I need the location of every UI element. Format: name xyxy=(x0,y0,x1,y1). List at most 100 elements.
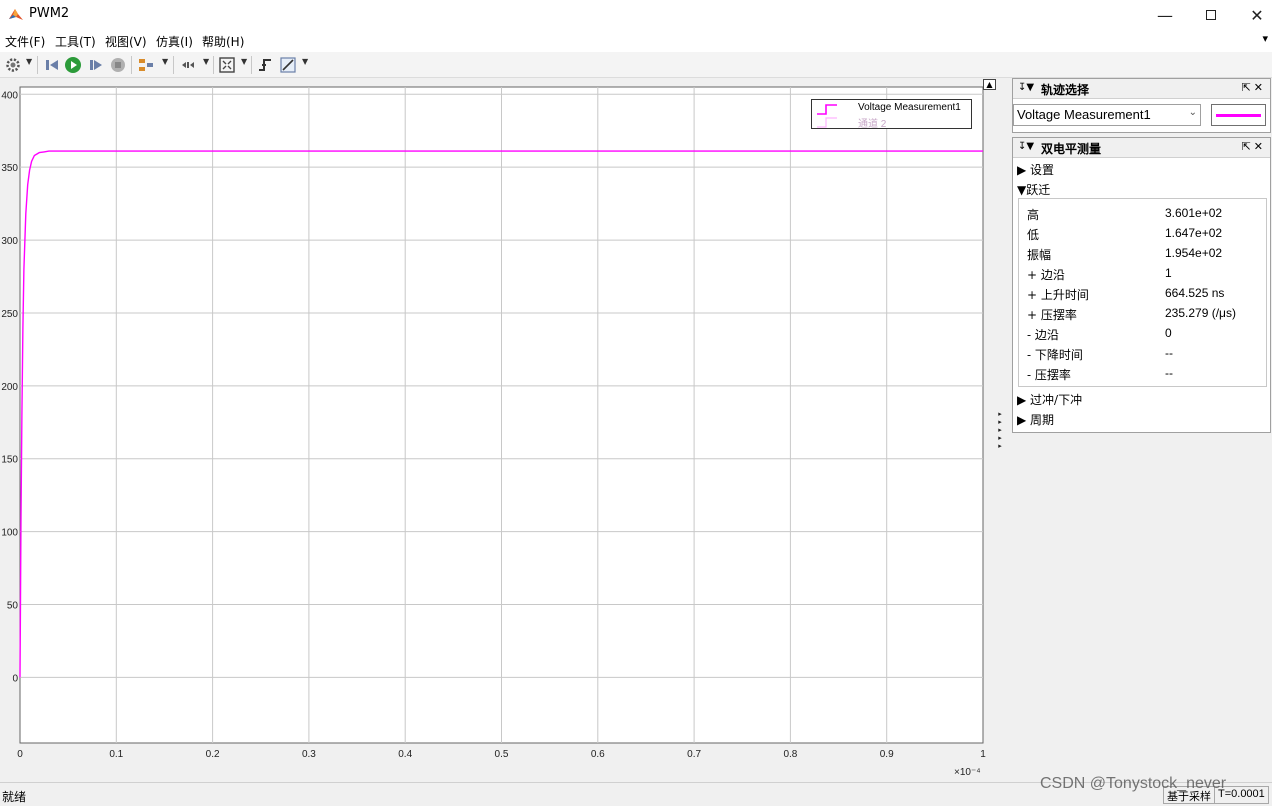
undock-panel-icon[interactable]: ⇱ xyxy=(1242,81,1254,94)
meas-label: - 压摆率 xyxy=(1027,368,1071,382)
meas-value: 1.954e+02 xyxy=(1165,246,1223,260)
zoom-cursor-button[interactable] xyxy=(179,55,199,75)
x-tick-label: 0 xyxy=(17,749,23,760)
y-tick-label: 50 xyxy=(7,601,19,612)
y-tick-label: 0 xyxy=(12,673,18,684)
trace-color-button[interactable] xyxy=(1211,104,1266,126)
undock-panel-icon[interactable]: ⇱ xyxy=(1242,140,1254,153)
toolbar-separator xyxy=(37,56,38,74)
meas-value: 3.601e+02 xyxy=(1165,206,1223,220)
menu-file[interactable]: 文件(F) xyxy=(5,33,45,50)
x-tick-label: 0.1 xyxy=(109,749,123,760)
y-tick-label: 100 xyxy=(1,528,18,539)
step-forward-button[interactable] xyxy=(86,55,106,75)
meas-label: - 边沿 xyxy=(1027,328,1059,342)
triggers-button[interactable] xyxy=(255,55,275,75)
panel-controls[interactable]: ⇱✕ xyxy=(1242,81,1266,94)
status-ready: 就绪 xyxy=(2,790,27,804)
legend-entry[interactable]: Voltage Measurement1 xyxy=(812,102,972,115)
table-row: - 下降时间 -- xyxy=(1019,343,1267,363)
x-tick-label: 0.7 xyxy=(687,749,701,760)
step-back-button[interactable] xyxy=(42,55,62,75)
menu-bar: 文件(F) 工具(T) 视图(V) 仿真(I) 帮助(H) ▾ xyxy=(0,30,1272,52)
panel-controls[interactable]: ⇱✕ xyxy=(1242,140,1266,153)
fit-axes-icon xyxy=(219,57,235,73)
meas-panel-header: ↧▼ 双电平测量 ⇱✕ xyxy=(1013,138,1270,158)
meas-value: -- xyxy=(1165,346,1173,360)
highlight-button[interactable] xyxy=(137,55,157,75)
menu-help[interactable]: 帮助(H) xyxy=(202,33,244,50)
legend[interactable]: Voltage Measurement1 通道 2 xyxy=(811,99,972,130)
y-tick-label: 150 xyxy=(1,455,18,466)
section-overshoot[interactable]: ▶ 过冲/下冲 xyxy=(1017,391,1082,408)
y-tick-label: 200 xyxy=(1,382,18,393)
settings-dropdown-icon[interactable]: ▼ xyxy=(26,57,32,66)
measurements-icon xyxy=(280,57,296,73)
legend-step-icon xyxy=(817,104,837,115)
menu-view[interactable]: 视图(V) xyxy=(105,33,147,50)
measurements-button[interactable] xyxy=(278,55,298,75)
undock-button[interactable]: ▲ xyxy=(983,79,996,90)
table-row: + 上升时间 664.525 ns xyxy=(1019,283,1267,303)
table-row: - 压摆率 -- xyxy=(1019,363,1267,383)
x-tick-label: 0.2 xyxy=(206,749,220,760)
section-transitions[interactable]: ▼跃迁 xyxy=(1017,181,1050,198)
zoom-dropdown-icon[interactable]: ▼ xyxy=(203,57,209,66)
fit-axes-dropdown-icon[interactable]: ▼ xyxy=(241,57,247,66)
close-panel-icon[interactable]: ✕ xyxy=(1254,140,1266,153)
fit-axes-button[interactable] xyxy=(217,55,237,75)
menu-tools[interactable]: 工具(T) xyxy=(55,33,96,50)
settings-button[interactable] xyxy=(3,55,23,75)
table-row: + 压摆率 235.279 (/μs) xyxy=(1019,303,1267,323)
step-forward-icon xyxy=(90,60,102,70)
run-button[interactable] xyxy=(63,55,83,75)
scope-plot[interactable]: 0 0.1 0.2 0.3 0.4 0.5 0.6 0.7 0.8 0.9 1 0 50 100 150 20… xyxy=(0,78,1010,782)
meas-value: -- xyxy=(1165,366,1173,380)
title-bar: PWM2 — ✕ xyxy=(0,0,1272,30)
x-tick-label: 0.5 xyxy=(495,749,509,760)
meas-label: + 压摆率 xyxy=(1027,308,1077,322)
close-icon: ✕ xyxy=(1250,5,1264,25)
section-period[interactable]: ▶ 周期 xyxy=(1017,411,1054,428)
y-tick-label: 400 xyxy=(1,90,18,101)
chevron-down-icon: ⌄ xyxy=(1188,107,1197,118)
legend-label-2: 通道 2 xyxy=(858,119,887,130)
maximize-button[interactable] xyxy=(1188,0,1234,30)
menu-simulation[interactable]: 仿真(I) xyxy=(156,33,193,50)
section-settings[interactable]: ▶ 设置 xyxy=(1017,161,1054,178)
panel-expand-arrows[interactable]: ▸ ▸ ▸ ▸ ▸ xyxy=(995,410,1005,450)
undock-icon: ▲ xyxy=(986,80,993,89)
legend-entry[interactable]: 通道 2 xyxy=(812,115,972,130)
meas-label: - 下降时间 xyxy=(1027,348,1083,362)
x-tick-label: 0.4 xyxy=(398,749,412,760)
trace-panel-title: 轨迹选择 xyxy=(1041,83,1090,97)
zoom-cursor-icon xyxy=(182,62,194,68)
menu-overflow-icon[interactable]: ▾ xyxy=(1262,32,1268,45)
settings-icon xyxy=(6,58,20,72)
highlight-dropdown-icon[interactable]: ▼ xyxy=(162,57,168,66)
toolbar-separator xyxy=(131,56,132,74)
table-row: + 边沿 1 xyxy=(1019,263,1267,283)
meas-value: 235.279 (/μs) xyxy=(1165,306,1236,320)
legend-label-1: Voltage Measurement1 xyxy=(858,102,961,113)
pin-icon[interactable]: ↧▼ xyxy=(1018,82,1034,93)
plot-area: 0 0.1 0.2 0.3 0.4 0.5 0.6 0.7 0.8 0.9 1 0 50 100 150 20… xyxy=(0,78,1010,782)
meas-panel-title: 双电平测量 xyxy=(1041,142,1102,156)
highlight-icon xyxy=(139,59,153,71)
matlab-logo-icon xyxy=(9,9,23,20)
measurements-dropdown-icon[interactable]: ▼ xyxy=(302,57,308,66)
table-row: 高 3.601e+02 xyxy=(1019,203,1267,223)
x-tick-label: 0.8 xyxy=(783,749,797,760)
stop-icon xyxy=(111,58,125,72)
minimize-button[interactable]: — xyxy=(1142,0,1188,30)
close-panel-icon[interactable]: ✕ xyxy=(1254,81,1266,94)
toolbar-separator xyxy=(251,56,252,74)
close-button[interactable]: ✕ xyxy=(1234,0,1272,30)
minimize-icon: — xyxy=(1157,5,1173,25)
stop-button[interactable] xyxy=(108,55,128,75)
meas-label: + 上升时间 xyxy=(1027,288,1089,302)
trace-dropdown[interactable]: Voltage Measurement1 ⌄ xyxy=(1013,104,1201,126)
x-tick-label: 0.6 xyxy=(591,749,605,760)
pin-icon[interactable]: ↧▼ xyxy=(1018,141,1034,152)
meas-value: 1 xyxy=(1165,266,1172,280)
